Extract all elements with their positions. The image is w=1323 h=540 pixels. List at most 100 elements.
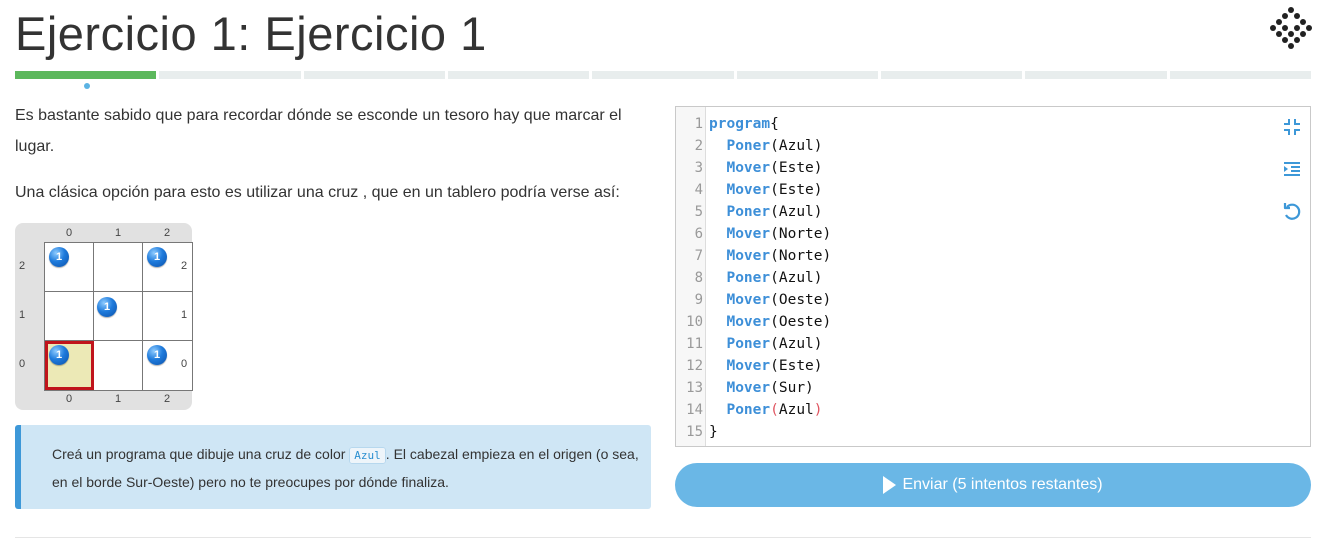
progress-step-5[interactable] [592,71,734,79]
code-keyword: Mover [726,292,771,308]
code-keyword: Poner [726,402,771,418]
submit-button[interactable]: Enviar (5 intentos restantes) [675,463,1311,507]
board-cell: 1 [45,243,94,292]
line-number: 1 [694,116,703,132]
column-label-bottom-1: 1 [114,393,122,405]
logo-dot [1306,25,1312,31]
progress-step-7[interactable] [880,71,1023,79]
blue-ball-counter: 1 [147,345,167,365]
collapse-icon[interactable] [1282,117,1302,137]
code-line[interactable]: 15} [676,421,1310,443]
line-number: 3 [694,160,703,176]
code-text: Poner(Azul) [726,402,823,418]
code-text: Mover(Este) [726,182,823,198]
logo-dot [1276,19,1282,25]
column-label-top-2: 2 [163,227,171,239]
mumuki-logo-icon[interactable] [1270,6,1312,52]
code-line[interactable]: 10 Mover(Oeste) [676,311,1310,333]
code-text: Poner(Azul) [726,138,823,154]
board-cell [94,243,143,292]
line-number: 10 [686,314,703,330]
reset-icon[interactable] [1282,201,1302,221]
line-number: 13 [686,380,703,396]
logo-dot [1270,25,1276,31]
line-number: 7 [694,248,703,264]
code-line[interactable]: 13 Mover(Sur) [676,377,1310,399]
code-lines[interactable]: 1 program{2 Poner(Azul) 3 Mover(Este) 4 Mov… [676,113,1310,443]
code-keyword: program [709,116,771,132]
blue-ball-counter: 1 [97,297,117,317]
code-text: Poner(Azul) [726,270,823,286]
row-label-left-1: 1 [18,309,26,321]
submit-button-label: Enviar (5 intentos restantes) [902,476,1103,493]
blue-ball-counter: 1 [49,247,69,267]
line-number: 9 [694,292,703,308]
line-number: 4 [694,182,703,198]
code-line[interactable]: 14 Poner(Azul) [676,399,1310,421]
code-text: Poner(Azul) [726,204,823,220]
code-line[interactable]: 2 Poner(Azul) [676,135,1310,157]
code-keyword: Poner [726,138,771,154]
code-text: Mover(Oeste) [726,292,832,308]
progress-step-3[interactable] [303,71,445,79]
code-line[interactable]: 4 Mover(Este) [676,179,1310,201]
code-line[interactable]: 11 Poner(Azul) [676,333,1310,355]
code-keyword: Mover [726,248,771,264]
indent-icon[interactable] [1282,159,1302,179]
blue-ball-counter: 1 [49,345,69,365]
code-line[interactable]: 5 Poner(Azul) [676,201,1310,223]
page-title: Ejercicio 1: Ejercicio 1 [15,7,487,60]
logo-dot [1276,31,1282,37]
logo-dot [1294,37,1300,43]
line-number: 11 [686,336,703,352]
line-number: 12 [686,358,703,374]
instruction-text: Creá un programa que dibuje una cruz de … [52,441,642,496]
progress-step-2[interactable] [159,71,301,79]
code-text: Mover(Sur) [726,380,814,396]
code-line[interactable]: 8 Poner(Azul) [676,267,1310,289]
code-text: } [709,424,718,440]
logo-dot [1294,13,1300,19]
line-number: 2 [694,138,703,154]
code-text: Mover(Oeste) [726,314,832,330]
code-keyword: Mover [726,182,771,198]
board-cell: 1 [45,341,94,390]
logo-dot [1282,13,1288,19]
code-line[interactable]: 12 Mover(Este) [676,355,1310,377]
code-keyword: Poner [726,270,771,286]
code-text: Mover(Norte) [726,248,832,264]
divider [15,537,1311,538]
logo-dot [1300,19,1306,25]
column-label-top-1: 1 [114,227,122,239]
board-cell [45,292,94,341]
line-number: 8 [694,270,703,286]
instruction-callout: Creá un programa que dibuje una cruz de … [15,425,651,509]
row-label-right-2: 2 [180,260,188,272]
board-cell [94,341,143,390]
line-number: 5 [694,204,703,220]
code-editor[interactable]: 1 program{2 Poner(Azul) 3 Mover(Este) 4 Mov… [675,106,1311,447]
code-text: program{ [709,116,779,132]
code-text: Mover(Este) [726,160,823,176]
logo-dot [1294,25,1300,31]
progress-step-8[interactable] [1025,71,1167,79]
progress-step-6[interactable] [736,71,878,79]
logo-dot [1288,43,1294,49]
description-paragraph-1: Es bastante sabido que para recordar dón… [15,107,622,155]
line-number: 6 [694,226,703,242]
progress-step-9[interactable] [1169,71,1311,79]
editor-toolbar [1282,117,1302,243]
logo-dot [1288,31,1294,37]
progress-step-4[interactable] [447,71,590,79]
play-icon [883,476,897,494]
code-line[interactable]: 6 Mover(Norte) [676,223,1310,245]
code-line[interactable]: 3 Mover(Este) [676,157,1310,179]
logo-dot [1288,7,1294,13]
code-line[interactable]: 9 Mover(Oeste) [676,289,1310,311]
color-code-inline: Azul [349,447,386,464]
code-line[interactable]: 7 Mover(Norte) [676,245,1310,267]
code-line[interactable]: 1 program{ [676,113,1310,135]
code-keyword: Mover [726,160,771,176]
code-keyword: Mover [726,380,771,396]
progress-step-1[interactable] [15,71,157,79]
